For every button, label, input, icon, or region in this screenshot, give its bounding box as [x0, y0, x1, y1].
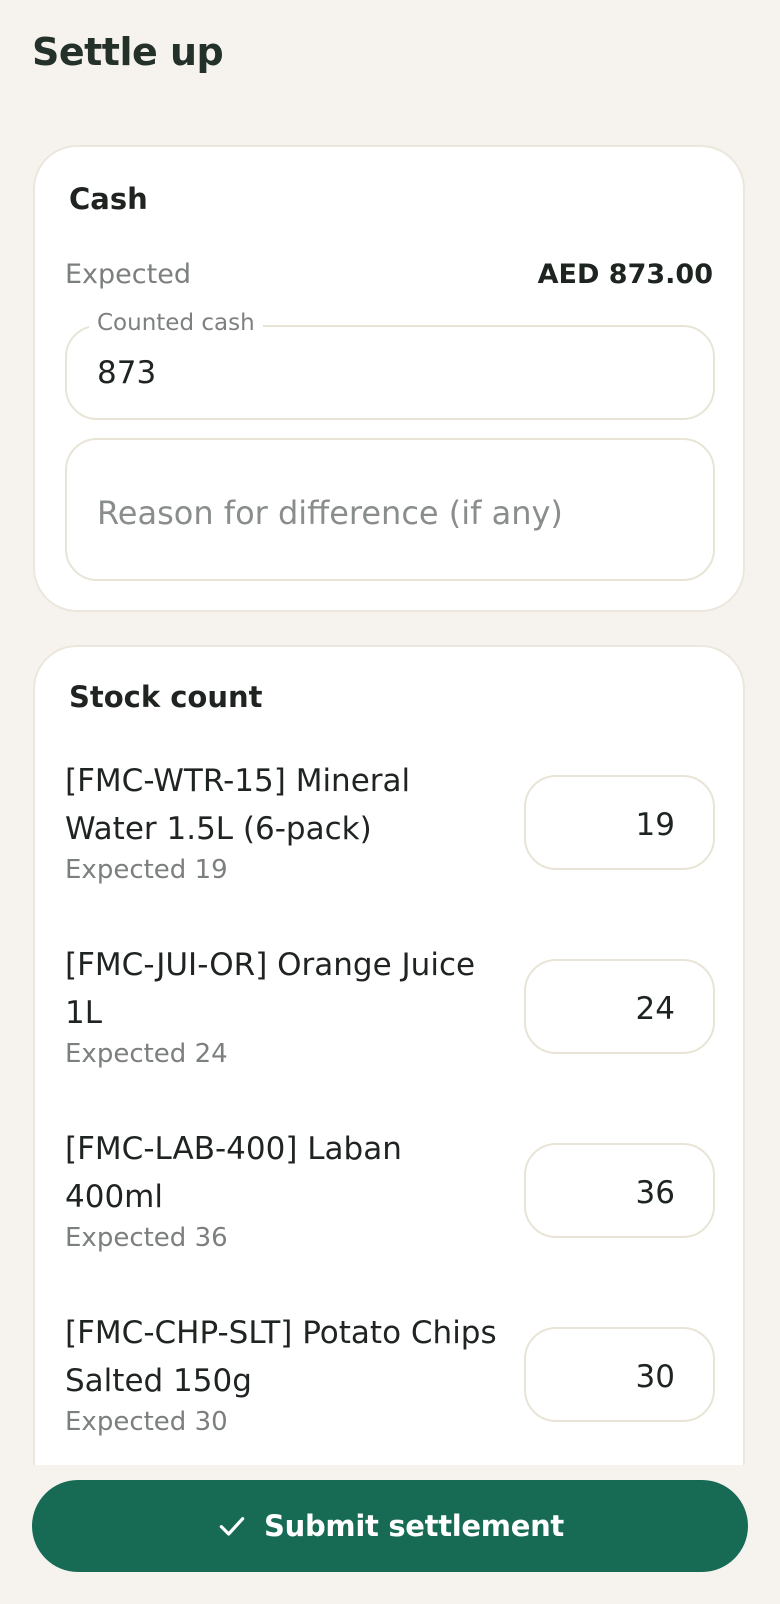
stock-item-expected: Expected 36: [65, 1223, 228, 1253]
counted-cash-field[interactable]: Counted cash 873: [65, 310, 715, 420]
stock-item-expected: Expected 19: [65, 855, 228, 885]
stock-item: [FMC-WTR-15] Mineral Water 1.5L (6-pack)…: [65, 757, 715, 907]
stock-count-title: Stock count: [69, 680, 263, 714]
cash-card: Cash Expected AED 873.00 Counted cash 87…: [33, 145, 745, 612]
stock-count-value[interactable]: 36: [636, 1175, 675, 1211]
expected-amount: AED 873.00: [537, 259, 713, 290]
reason-placeholder: Reason for difference (if any): [97, 494, 563, 532]
expected-cash-row: Expected AED 873.00: [65, 259, 713, 290]
stock-item-name: [FMC-WTR-15] Mineral Water 1.5L (6-pack): [65, 763, 411, 847]
stock-item: [FMC-JUI-OR] Orange Juice 1L Expected 24…: [65, 941, 715, 1091]
stock-count-value[interactable]: 24: [636, 991, 675, 1027]
stock-item-name: [FMC-JUI-OR] Orange Juice 1L: [65, 947, 476, 1031]
submit-settlement-button[interactable]: Submit settlement: [32, 1480, 748, 1572]
stock-item-expected: Expected 24: [65, 1039, 228, 1069]
submit-settlement-label: Submit settlement: [264, 1509, 564, 1543]
stock-count-input[interactable]: 30: [524, 1327, 715, 1422]
counted-cash-label: Counted cash: [89, 310, 263, 336]
stock-count-input[interactable]: 24: [524, 959, 715, 1054]
stock-count-value[interactable]: 30: [636, 1359, 675, 1395]
stock-item-name: [FMC-LAB-400] Laban 400ml: [65, 1131, 402, 1215]
cash-card-title: Cash: [69, 182, 148, 216]
expected-label: Expected: [65, 259, 191, 290]
counted-cash-value[interactable]: 873: [97, 355, 156, 391]
stock-item-expected: Expected 30: [65, 1407, 228, 1437]
stock-item: [FMC-LAB-400] Laban 400ml Expected 36 36: [65, 1125, 715, 1275]
stock-count-card: Stock count [FMC-WTR-15] Mineral Water 1…: [33, 645, 745, 1465]
page-title: Settle up: [32, 30, 224, 74]
check-icon: [219, 1517, 245, 1536]
stock-count-input[interactable]: 36: [524, 1143, 715, 1238]
stock-count-input[interactable]: 19: [524, 775, 715, 870]
stock-item-name: [FMC-CHP-SLT] Potato Chips Salted 150g: [65, 1315, 497, 1399]
reason-field[interactable]: Reason for difference (if any): [65, 438, 715, 581]
stock-item: [FMC-CHP-SLT] Potato Chips Salted 150g E…: [65, 1309, 715, 1459]
stock-count-value[interactable]: 19: [636, 807, 675, 843]
